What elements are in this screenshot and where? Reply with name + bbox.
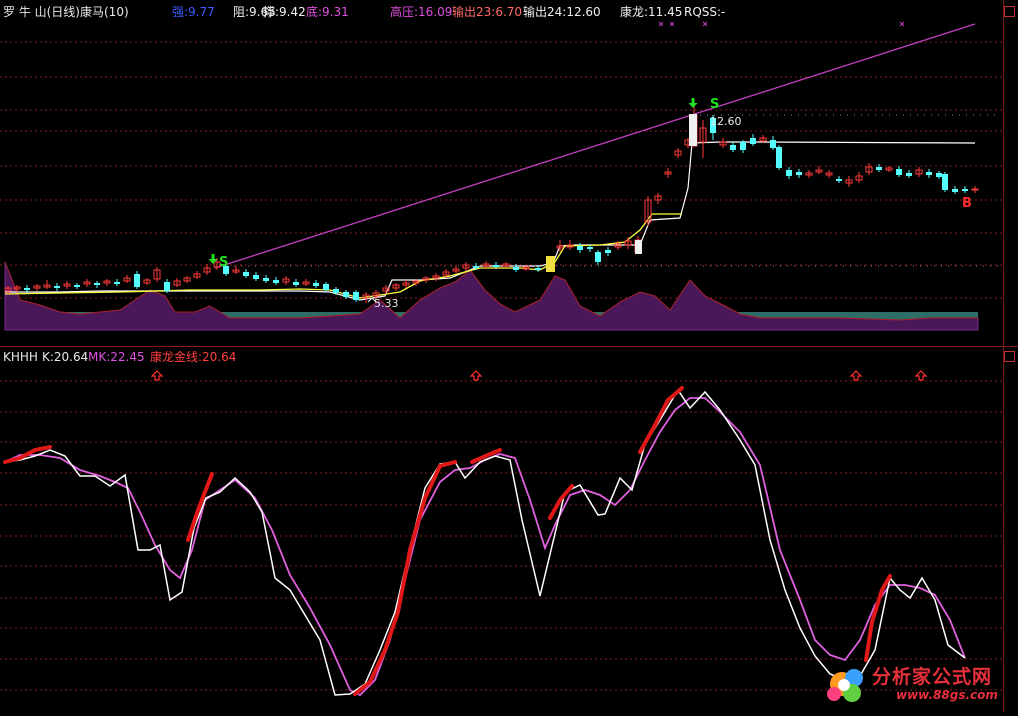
candle-body-down [263, 278, 269, 281]
candle-body-down [24, 288, 30, 290]
output23-value: 输出23:6.70 [452, 5, 523, 19]
candle-body-down [942, 174, 948, 190]
watermark-logo: 分析家公式网 www.88gs.com [820, 660, 1016, 710]
red-up-arrow-icon [150, 370, 164, 381]
yellow-signal-candle [546, 256, 555, 272]
candle-body-down [313, 283, 319, 286]
watermark-title: 分析家公式网 [872, 666, 993, 688]
mk-value: MK:22.45 [88, 350, 145, 364]
watermark-url: www.88gs.com [896, 688, 998, 702]
panel-divider[interactable] [0, 346, 1018, 347]
candle-body-down [605, 250, 611, 253]
stock-title: 罗 牛 山(日线) [3, 5, 80, 19]
white-peak-candle [689, 114, 697, 146]
red-up-arrow-icon [469, 370, 483, 381]
candle-body-up [971, 188, 979, 191]
candle-body-down [54, 286, 60, 288]
x-marker-icon [899, 21, 905, 27]
output24-value: 输出24:12.60 [523, 5, 601, 19]
red-up-arrow-icon [849, 370, 863, 381]
candle-body-down [333, 289, 339, 293]
candle-body-down [906, 173, 912, 176]
maximize-indicator-icon[interactable] [1004, 351, 1015, 362]
candle-body-down [876, 167, 882, 170]
candle-body-down [786, 170, 792, 176]
candle-body-down [962, 189, 968, 191]
x-marker-icon [658, 21, 664, 27]
candle-body-down [293, 282, 299, 285]
maximize-panel-icon[interactable] [1004, 6, 1015, 17]
golden-line-segment [186, 472, 214, 542]
candle-body-down [587, 247, 593, 249]
candle-body-down [134, 274, 140, 287]
candle-body-down [770, 140, 776, 148]
candle-body-down [94, 283, 100, 285]
candle-body-down [253, 275, 259, 279]
golden-line-segment [3, 445, 52, 464]
k-value: K:20.64 [42, 350, 89, 364]
candle-body-down [243, 272, 249, 276]
sell-signal-s: S [710, 97, 720, 112]
candle-body-down [353, 292, 359, 300]
candle-body-down [730, 145, 736, 150]
candle-body-down [273, 280, 279, 283]
candle-body-down [164, 282, 170, 291]
x-marker-icon [702, 21, 708, 27]
logo-icon [827, 669, 863, 702]
candle-body-down [926, 172, 932, 175]
candle-body-down [513, 267, 519, 270]
mk-line [4, 397, 966, 697]
candle-body-down [936, 173, 942, 177]
x-marker-icon [669, 21, 675, 27]
high-pressure-value: 高压:16.09 [390, 5, 453, 19]
candle-body-down [577, 246, 583, 250]
white-signal-candle [635, 240, 642, 254]
high-price-label: 12.60 [710, 115, 742, 128]
sell-signal-s: S [219, 255, 229, 270]
green-down-arrow-icon [688, 98, 698, 108]
candle-body-down [74, 285, 80, 287]
candle-body-down [740, 142, 746, 150]
indicator-name[interactable]: KHHH [3, 350, 38, 364]
candle-body-down [595, 252, 601, 262]
candle-body-down [796, 172, 802, 175]
k-line [4, 388, 966, 696]
candle-body-down [952, 189, 958, 192]
candle-body-down [114, 282, 120, 284]
formula-name[interactable]: 康马(10) [80, 5, 129, 19]
candle-body-down [493, 265, 499, 267]
candle-body-down [836, 179, 842, 181]
bottom-value: 底:9.31 [306, 5, 349, 19]
candle-body-down [896, 169, 902, 175]
candle-body-down [323, 284, 329, 290]
candle-body-down [343, 292, 349, 297]
kanglong-value: 康龙:11.45 [620, 5, 683, 19]
golden-line-value: 康龙金线:20.64 [150, 350, 237, 364]
candle-body-down [535, 268, 541, 270]
candle-body-down [473, 266, 479, 268]
candle-body-down [750, 138, 756, 144]
chart-stage[interactable]: 罗 牛 山(日线) 康马(10) 强:9.77 阻:9.65 撑:9.42 底:… [0, 0, 1018, 712]
rqss-value: RQSS:- [684, 5, 726, 19]
buy-signal-b: B [962, 196, 972, 211]
resistance-trend-line [214, 23, 976, 269]
low-price-label: 5.33 [374, 297, 399, 310]
red-up-arrow-icon [914, 370, 928, 381]
support-value: 撑:9.42 [263, 5, 306, 19]
candle-body-down [776, 147, 782, 168]
strong-value: 强:9.77 [172, 5, 215, 19]
